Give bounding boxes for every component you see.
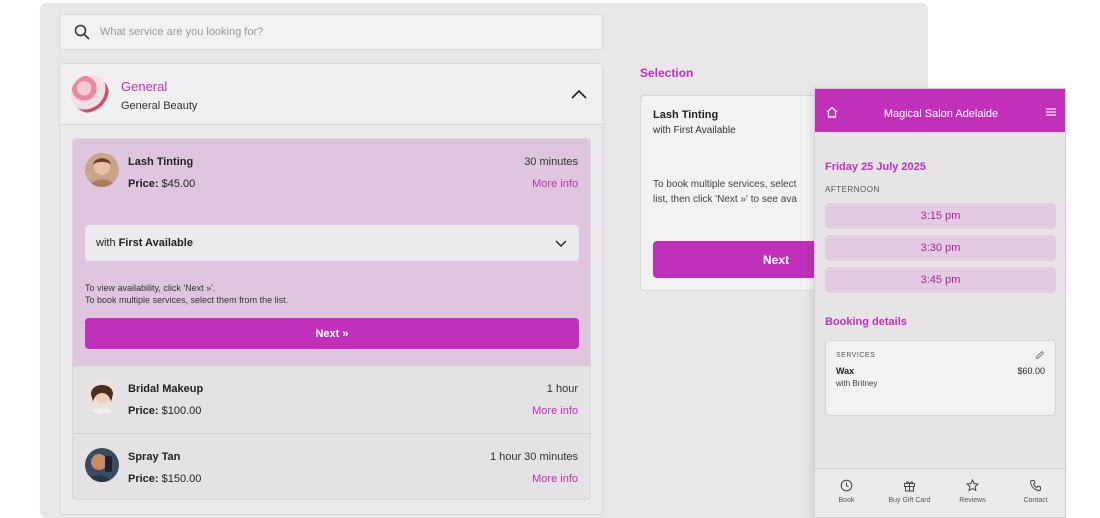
service-price: Price: $45.00 [128,178,195,190]
booked-price: $60.00 [1017,366,1045,376]
phone-icon [1029,480,1041,492]
pencil-icon[interactable] [1035,350,1045,360]
chevron-up-icon[interactable] [570,86,588,104]
time-slot[interactable]: 3:15 pm [825,203,1056,229]
selection-hint: To book multiple services, select list, … [653,177,839,207]
service-item-lash-tinting[interactable]: Lash Tinting Price: $45.00 30 minutes Mo… [73,139,590,365]
service-list: Lash Tinting Price: $45.00 30 minutes Mo… [72,138,591,500]
time-period-label: AFTERNOON [825,185,880,194]
gift-icon [904,481,915,492]
clock-icon [840,479,853,492]
booked-service: Wax [836,366,855,376]
tab-label: Reviews [959,497,986,504]
staff-select[interactable]: with First Available [85,225,579,261]
hint-line: To view availability, click 'Next »'. [85,283,216,293]
service-avatar [85,448,119,482]
more-info-link[interactable]: More info [532,178,578,190]
service-name: Spray Tan [128,451,181,463]
selection-card: Lash Tinting with First Available To boo… [640,95,840,291]
price-label: Price: [128,473,159,485]
service-avatar [85,153,119,187]
service-item-bridal-makeup[interactable]: Bridal Makeup Price: $100.00 1 hour More… [73,365,590,433]
staff-prefix: with [96,237,116,249]
category-header[interactable]: General General Beauty [60,64,602,125]
search-bar[interactable] [59,14,603,50]
chevron-down-icon [555,240,567,247]
search-icon [74,24,90,40]
booking-page: General General Beauty Lash Tinting Pric… [0,0,1100,518]
time-slot[interactable]: 3:30 pm [825,235,1056,261]
category-card: General General Beauty Lash Tinting Pric… [59,63,603,515]
mobile-view: Magical Salon Adelaide Friday 25 July 20… [814,88,1066,518]
tab-label: Contact [1023,497,1048,504]
tab-contact[interactable]: Contact [1004,469,1065,517]
service-name: Bridal Makeup [128,383,204,395]
next-button[interactable]: Next » [85,318,579,349]
category-subtitle: General Beauty [121,100,198,112]
tab-label: Buy Gift Card [888,497,931,504]
mobile-tab-bar: Book Buy Gift Card Reviews Contact [815,468,1065,517]
service-duration: 1 hour [546,383,578,395]
tab-book[interactable]: Book [815,469,878,517]
selection-service: Lash Tinting [653,109,719,121]
mobile-header: Magical Salon Adelaide [815,89,1065,132]
booking-details-card: SERVICES Wax $60.00 with Britney [825,340,1056,416]
price-label: Price: [128,178,159,190]
salon-title: Magical Salon Adelaide [883,108,999,120]
selection-next-button[interactable]: Next [653,241,839,278]
tab-buy-gift-card[interactable]: Buy Gift Card [878,469,941,517]
category-image [71,75,109,113]
service-name: Lash Tinting [128,156,194,168]
hint-line: To book multiple services, select them f… [85,295,289,305]
services-label: SERVICES [836,352,876,359]
category-title: General [121,79,168,94]
service-duration: 30 minutes [524,156,578,168]
service-avatar [85,380,119,414]
time-slot[interactable]: 3:45 pm [825,267,1056,293]
booking-details-title: Booking details [825,316,907,328]
booking-date: Friday 25 July 2025 [825,161,926,173]
price-label: Price: [128,405,159,417]
hint-line: To book multiple services, select [653,179,797,190]
price-value: $45.00 [161,178,196,190]
selection-staff: with First Available [653,125,736,136]
star-icon [966,479,979,492]
menu-icon[interactable] [1045,106,1057,118]
service-item-spray-tan[interactable]: Spray Tan Price: $150.00 1 hour 30 minut… [73,433,590,499]
price-value: $150.00 [161,473,202,485]
hint-line: list, then click 'Next »' to see ava [653,194,797,205]
price-value: $100.00 [161,405,202,417]
availability-hint: To view availability, click 'Next »'. To… [85,282,288,306]
staff-name: First Available [118,237,193,249]
service-price: Price: $150.00 [128,473,201,485]
search-input[interactable] [100,26,580,38]
tab-reviews[interactable]: Reviews [941,469,1004,517]
selection-title: Selection [640,66,694,80]
more-info-link[interactable]: More info [532,473,578,485]
more-info-link[interactable]: More info [532,405,578,417]
service-price: Price: $100.00 [128,405,201,417]
booked-staff: with Britney [836,379,878,388]
tab-label: Book [838,497,855,504]
service-duration: 1 hour 30 minutes [489,451,578,463]
